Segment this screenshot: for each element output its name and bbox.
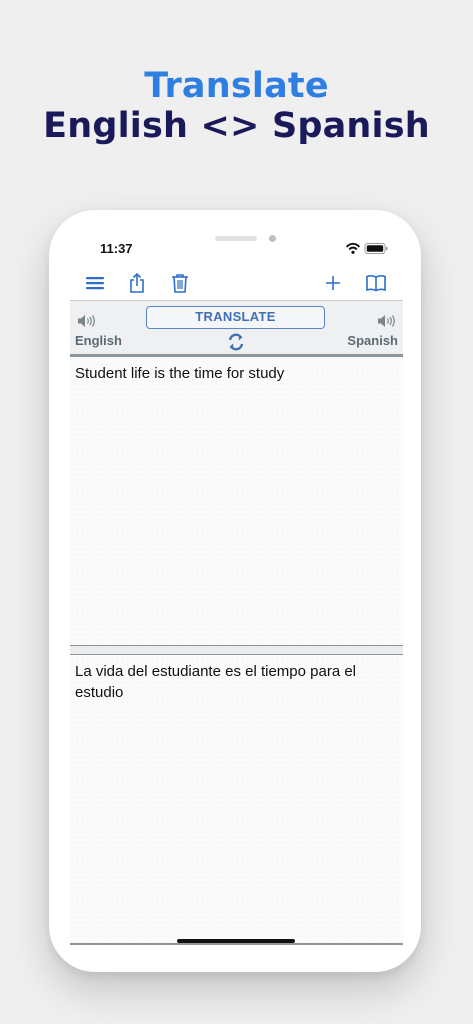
- source-text-area[interactable]: Student life is the time for study: [70, 357, 403, 645]
- translated-text: La vida del estudiante es el tiempo para…: [75, 663, 357, 701]
- menu-icon[interactable]: [84, 272, 106, 294]
- status-time: 11:37: [100, 241, 133, 256]
- translate-button[interactable]: TRANSLATE: [146, 306, 325, 329]
- share-icon[interactable]: [126, 272, 148, 294]
- book-icon[interactable]: [365, 272, 387, 294]
- front-camera: [269, 235, 276, 242]
- home-indicator[interactable]: [177, 939, 295, 943]
- speaker-icon[interactable]: [376, 313, 398, 329]
- target-language-label[interactable]: Spanish: [347, 333, 398, 348]
- speaker-icon[interactable]: [76, 313, 98, 329]
- toolbar: [70, 266, 403, 300]
- add-icon[interactable]: [322, 272, 344, 294]
- swap-icon[interactable]: [226, 332, 246, 352]
- pane-separator: [70, 645, 403, 655]
- bottom-divider: [70, 943, 403, 945]
- source-text: Student life is the time for study: [75, 365, 285, 382]
- headline-translate: Translate: [144, 66, 329, 106]
- target-text-area[interactable]: La vida del estudiante es el tiempo para…: [70, 655, 403, 943]
- trash-icon[interactable]: [169, 272, 191, 294]
- source-language-label[interactable]: English: [75, 333, 122, 348]
- wifi-icon: [346, 242, 360, 254]
- headline-language-pair: English <> Spanish: [43, 106, 430, 146]
- earpiece-speaker: [215, 236, 257, 241]
- battery-icon: [364, 243, 388, 254]
- status-icons: [343, 241, 391, 255]
